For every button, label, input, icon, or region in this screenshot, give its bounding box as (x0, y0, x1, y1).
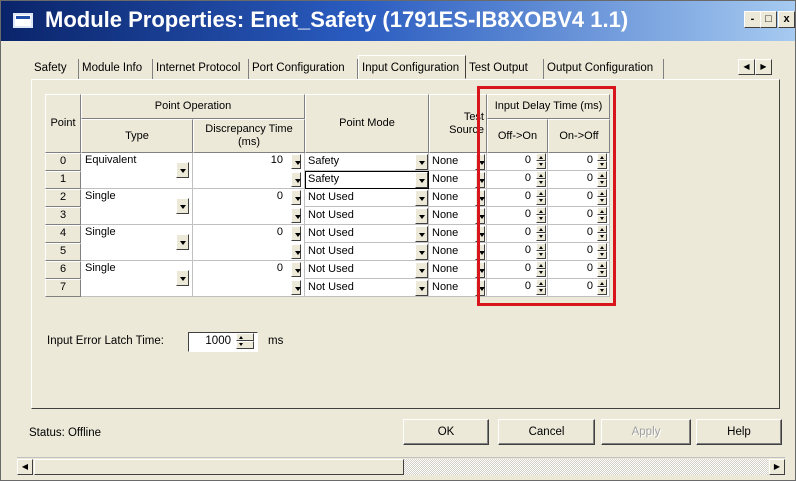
apply-button[interactable]: Apply (601, 419, 691, 445)
point-number: 3 (45, 207, 81, 225)
header-point-operation: Point Operation (81, 94, 305, 119)
module-properties-window: Module Properties: Enet_Safety (1791ES-I… (0, 0, 796, 481)
tab-port-configuration[interactable]: Port Configuration (249, 59, 358, 79)
point-mode-dropdown-arrow-icon[interactable] (415, 172, 428, 188)
help-button[interactable]: Help (696, 419, 782, 445)
status-text: Status: Offline (29, 427, 102, 439)
discrepancy-down-arrow-icon[interactable] (291, 244, 301, 259)
type-dropdown-arrow-icon[interactable] (176, 198, 189, 214)
type-value[interactable]: Single (85, 226, 116, 238)
type-dropdown-arrow-icon[interactable] (176, 270, 189, 286)
point-number: 6 (45, 261, 81, 279)
ok-button[interactable]: OK (403, 419, 489, 445)
discrepancy-up-arrow-icon[interactable] (291, 262, 301, 277)
horizontal-scrollbar[interactable]: ◀ ▶ (17, 457, 785, 475)
tab-internet-protocol[interactable]: Internet Protocol (153, 59, 249, 79)
tab-test-output[interactable]: Test Output (466, 59, 544, 79)
scroll-left-arrow-icon[interactable]: ◀ (17, 459, 33, 475)
tab-safety[interactable]: Safety (31, 59, 79, 79)
type-dropdown-arrow-icon[interactable] (176, 162, 189, 178)
header-discrepancy-time: Discrepancy Time (ms) (193, 119, 305, 153)
discrepancy-value[interactable]: 0 (245, 262, 283, 274)
discrepancy-up-arrow-icon[interactable] (291, 190, 301, 205)
tab-module-info[interactable]: Module Info (79, 59, 153, 79)
point-mode-dropdown-arrow-icon[interactable] (415, 226, 428, 242)
maximize-button[interactable]: □ (760, 11, 777, 28)
input-delay-highlight-box (477, 86, 616, 306)
minimize-button[interactable]: - (744, 11, 761, 28)
type-dropdown-arrow-icon[interactable] (176, 234, 189, 250)
point-mode-dropdown-arrow-icon[interactable] (415, 154, 428, 170)
cancel-button[interactable]: Cancel (498, 419, 595, 445)
latch-time-unit: ms (268, 335, 284, 347)
title-bar[interactable]: Module Properties: Enet_Safety (1791ES-I… (1, 1, 795, 41)
point-mode-dropdown-arrow-icon[interactable] (415, 244, 428, 260)
point-mode-cell[interactable]: Safety (305, 171, 429, 189)
point-number: 5 (45, 243, 81, 261)
header-point-mode: Point Mode (305, 94, 429, 153)
point-mode-dropdown-arrow-icon[interactable] (415, 262, 428, 278)
tab-scroll-buttons: ◀ ▶ (738, 59, 772, 75)
point-number: 2 (45, 189, 81, 207)
discrepancy-down-arrow-icon[interactable] (291, 208, 301, 223)
point-mode-dropdown-arrow-icon[interactable] (415, 190, 428, 206)
scroll-right-arrow-icon[interactable]: ▶ (769, 459, 785, 475)
latch-time-spinner[interactable]: 1000 (188, 332, 258, 352)
point-mode-cell[interactable]: Not Used (305, 189, 429, 207)
type-value[interactable]: Equivalent (85, 154, 136, 166)
point-number: 4 (45, 225, 81, 243)
window-title: Module Properties: Enet_Safety (1791ES-I… (45, 7, 629, 32)
tab-output-configuration[interactable]: Output Configuration (544, 59, 664, 79)
point-mode-cell[interactable]: Not Used (305, 279, 429, 297)
header-type: Type (81, 119, 193, 153)
latch-time-down-arrow-icon[interactable] (236, 341, 254, 349)
discrepancy-down-arrow-icon[interactable] (291, 280, 301, 295)
header-point: Point (45, 94, 81, 153)
discrepancy-value[interactable]: 10 (245, 154, 283, 166)
tab-scroll-right-button[interactable]: ▶ (755, 59, 772, 75)
discrepancy-down-arrow-icon[interactable] (291, 172, 301, 187)
discrepancy-up-arrow-icon[interactable] (291, 226, 301, 241)
discrepancy-value[interactable]: 0 (245, 226, 283, 238)
window-icon (13, 13, 33, 28)
type-value[interactable]: Single (85, 262, 116, 274)
point-mode-cell[interactable]: Not Used (305, 243, 429, 261)
point-mode-cell[interactable]: Not Used (305, 261, 429, 279)
latch-time-label: Input Error Latch Time: (47, 335, 164, 347)
latch-time-spin-buttons[interactable] (236, 333, 254, 350)
point-mode-dropdown-arrow-icon[interactable] (415, 280, 428, 296)
type-value[interactable]: Single (85, 190, 116, 202)
point-mode-dropdown-arrow-icon[interactable] (415, 208, 428, 224)
latch-time-value[interactable]: 1000 (205, 335, 231, 347)
scrollbar-thumb[interactable] (34, 459, 404, 475)
close-button[interactable]: x (778, 11, 795, 28)
tab-scroll-left-button[interactable]: ◀ (738, 59, 755, 75)
point-number: 1 (45, 171, 81, 189)
point-number: 0 (45, 153, 81, 171)
discrepancy-value[interactable]: 0 (245, 190, 283, 202)
point-mode-cell[interactable]: Not Used (305, 207, 429, 225)
point-number: 7 (45, 279, 81, 297)
tab-input-configuration[interactable]: Input Configuration (358, 55, 466, 79)
latch-time-up-arrow-icon[interactable] (236, 333, 254, 341)
point-mode-cell[interactable]: Not Used (305, 225, 429, 243)
discrepancy-up-arrow-icon[interactable] (291, 154, 301, 169)
point-mode-cell[interactable]: Safety (305, 153, 429, 171)
